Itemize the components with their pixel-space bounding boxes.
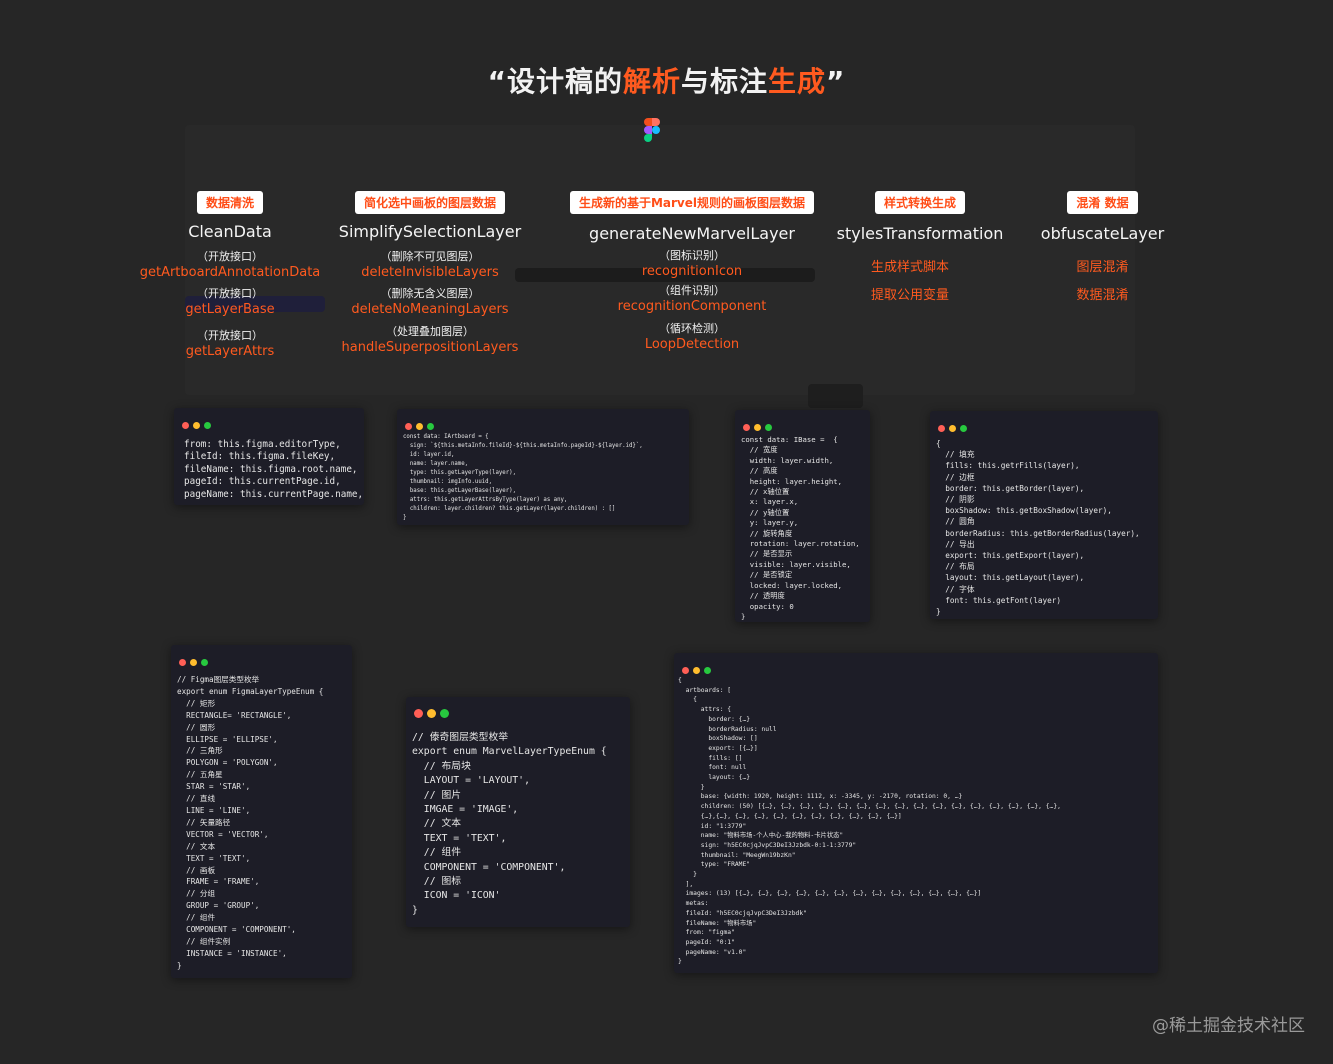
step-link[interactable]: 数据混淆 [1030,284,1175,303]
column-obfuscate-layer: 混淆 数据 obfuscateLayer 图层混淆 数据混淆 [1030,191,1175,303]
step-link[interactable]: getArtboardAnnotationData [130,265,330,280]
window-dots-icon [743,416,776,431]
code-text: // Figma图层类型枚举 export enum FigmaLayerTyp… [177,675,324,970]
step-note: （开放接口） [197,329,263,342]
code-panel-simplify: const data: IArtboard = { sign: `${this.… [397,409,689,525]
code-panel-figma-enum: // Figma图层类型枚举 export enum FigmaLayerTyp… [171,645,352,978]
step-note: （处理叠加图层） [386,325,474,338]
step-link[interactable]: getLayerAttrs [130,344,330,359]
step-link[interactable]: 生成样式脚本 [820,256,1020,275]
window-dots-icon [938,417,971,432]
code-text: const data: IBase = { // 宽度 width: layer… [741,435,860,621]
code-panel-output: { artboards: [ { attrs: { border: {…} bo… [674,653,1158,973]
watermark: @稀土掘金技术社区 [1152,1016,1305,1036]
step-badge: 数据清洗 [196,191,263,214]
window-dots-icon [682,659,715,674]
step-badge: 简化选中画板的图层数据 [354,191,505,214]
step-link[interactable]: deleteNoMeaningLayers [330,302,530,317]
step-note: （删除不可见图层） [380,250,480,263]
code-panel-clean-data: from: this.figma.editorType, fileId: thi… [174,408,364,505]
code-panel-marvel-enum: // 傣奇图层类型枚举 export enum MarvelLayerTypeE… [406,697,630,927]
column-simplify-selection: 简化选中画板的图层数据 SimplifySelectionLayer （删除不可… [330,191,530,355]
window-dots-icon [182,414,215,429]
step-link[interactable]: recognitionComponent [552,299,832,314]
window-dots-icon [414,703,453,718]
step-link[interactable]: deleteInvisibleLayers [330,265,530,280]
step-note: （循环检测） [659,322,725,335]
step-name: obfuscateLayer [1040,224,1165,243]
background-ghost-block [808,384,863,408]
code-text: { // 填充 fills: this.getrFills(layer), //… [936,439,1140,617]
code-text: const data: IArtboard = { sign: `${this.… [403,434,643,521]
step-link[interactable]: 提取公用变量 [820,284,1020,303]
step-name: SimplifySelectionLayer [338,222,522,241]
step-link[interactable]: LoopDetection [552,337,832,352]
figma-logo-icon [644,118,660,142]
column-clean-data: 数据清洗 CleanData （开放接口） getArtboardAnnotat… [130,191,330,359]
step-link[interactable]: handleSuperpositionLayers [330,340,530,355]
step-badge: 生成新的基于Marvel规则的画板图层数据 [569,191,815,214]
column-styles-transformation: 样式转换生成 stylesTransformation 生成样式脚本 提取公用变… [820,191,1020,303]
code-panel-ibase: const data: IBase = { // 宽度 width: layer… [735,410,870,622]
window-dots-icon [405,415,438,430]
code-text: from: this.figma.editorType, fileId: thi… [184,439,364,500]
step-link[interactable]: recognitionIcon [552,264,832,279]
column-generate-marvel: 生成新的基于Marvel规则的画板图层数据 generateNewMarvelL… [552,191,832,352]
step-badge: 混淆 数据 [1067,191,1138,214]
step-note: （开放接口） [197,287,263,300]
step-link[interactable]: 图层混淆 [1030,256,1175,275]
step-note: （删除无含义图层） [380,287,480,300]
step-note: （开放接口） [197,250,263,263]
step-note: （组件识别） [659,284,725,297]
code-text: { artboards: [ { attrs: { border: {…} bo… [678,677,1061,966]
step-note: （图标识别） [659,249,725,262]
step-badge: 样式转换生成 [874,191,965,214]
step-name: generateNewMarvelLayer [589,224,795,243]
step-name: stylesTransformation [836,224,1004,243]
page-title: “设计稿的解析与标注生成” [487,65,846,98]
window-dots-icon [179,651,212,666]
step-name: CleanData [188,222,272,241]
code-panel-styles: { // 填充 fills: this.getrFills(layer), //… [930,411,1158,619]
code-text: // 傣奇图层类型枚举 export enum MarvelLayerTypeE… [412,732,607,916]
step-link[interactable]: getLayerBase [130,302,330,317]
